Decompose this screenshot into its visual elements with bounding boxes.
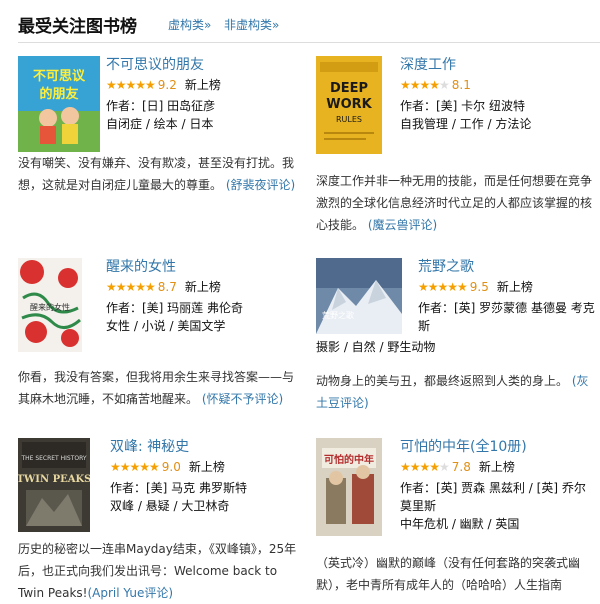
new-badge: 新上榜 (184, 280, 221, 294)
book-author: 作者：[美] 马克 弗罗斯特 (110, 481, 247, 495)
book-categories: 自闭症 / 绘本 / 日本 (106, 117, 214, 131)
svg-text:不可思议: 不可思议 (33, 68, 86, 84)
rating-score: 9.0 (161, 460, 181, 474)
svg-text:的朋友: 的朋友 (39, 86, 78, 102)
svg-text:THE SECRET HISTORY: THE SECRET HISTORY (20, 455, 86, 462)
book-cover[interactable]: 可怕的中年 (316, 438, 382, 536)
book-title[interactable]: 深度工作 (400, 56, 598, 74)
rating-row: ★★★★★ 8.7 新上榜 (106, 279, 300, 295)
rating-row: ★★★★★ 8.1 (400, 77, 598, 93)
svg-text:DEEP: DEEP (330, 81, 368, 96)
svg-text:WORK: WORK (326, 97, 372, 112)
rating-score: 9.5 (469, 280, 489, 294)
book-cover[interactable]: 不可思议 的朋友 (18, 56, 100, 152)
star-rating-icon: ★★★★★ (400, 460, 450, 474)
book-description: 动物身上的美与丑，都最终返照到人类的身上。 (灰土豆评论) (316, 370, 598, 414)
book-description: 你看，我没有答案，但我将用余生来寻找答案——与其麻木地沉睡，不如痛苦地醒来。 (… (18, 366, 300, 410)
book-categories: 自我管理 / 工作 / 方法论 (400, 117, 532, 131)
description-text: 深度工作并非一种无用的技能，而是任何想要在竞争激烈的全球化信息经济时代立足的人都… (316, 174, 593, 232)
book-categories: 女性 / 小说 / 美国文学 (106, 319, 226, 333)
svg-text:TWIN PEAKS: TWIN PEAKS (18, 474, 90, 485)
rating-row: ★★★★★ 9.5 新上榜 (418, 279, 598, 295)
book-title[interactable]: 醒来的女性 (106, 258, 300, 276)
book-cover[interactable]: DEEP WORK RULES (316, 56, 382, 154)
new-badge: 新上榜 (184, 78, 221, 92)
book-categories: 中年危机 / 幽默 / 英国 (400, 517, 520, 531)
rating-row: ★★★★★ 9.0 新上榜 (110, 459, 300, 475)
book-description: 没有嘲笑、没有嫌弃、没有欺凌，甚至没有打扰。我想，这就是对自闭症儿童最大的尊重。… (18, 152, 300, 196)
section-header: 最受关注图书榜 虚构类» 非虚构类» (18, 12, 600, 38)
book-author: 作者：[日] 田岛征彦 (106, 99, 216, 113)
svg-text:醒来的女性: 醒来的女性 (30, 302, 70, 312)
svg-text:RULES: RULES (336, 115, 362, 124)
book-cover[interactable]: 荒野之歌 (316, 258, 402, 334)
book-title[interactable]: 双峰: 神秘史 (110, 438, 300, 456)
book-author: 作者：[美] 玛丽莲 弗伦奇 (106, 301, 243, 315)
star-rating-icon: ★★★★★ (106, 280, 156, 294)
reviewer-link[interactable]: (舒裴夜评论) (226, 178, 295, 192)
description-text: （英式冷）幽默的巅峰（没有任何套路的突袭式幽默），老中青所有成年人的（哈哈哈）人… (316, 556, 581, 592)
book-description: 深度工作并非一种无用的技能，而是任何想要在竞争激烈的全球化信息经济时代立足的人都… (316, 170, 598, 236)
new-badge: 新上榜 (478, 460, 515, 474)
svg-text:可怕的中年: 可怕的中年 (324, 453, 374, 466)
svg-text:荒野之歌: 荒野之歌 (322, 310, 354, 320)
book-title[interactable]: 荒野之歌 (418, 258, 598, 276)
reviewer-link[interactable]: (April Yue评论) (87, 586, 173, 600)
new-badge: 新上榜 (188, 460, 225, 474)
book-author: 作者：[英] 罗莎蒙德 基德曼 考克斯 (418, 301, 595, 333)
fiction-link[interactable]: 虚构类» (168, 16, 211, 33)
description-text: 动物身上的美与丑，都最终返照到人类的身上。 (316, 374, 569, 388)
book-cover[interactable]: 醒来的女性 (18, 258, 82, 352)
book-description: 历史的秘密以一连串Mayday结束，《双峰镇》，25年后，也正式向我们发出讯号：… (18, 538, 300, 604)
reviewer-link[interactable]: (怀疑不予评论) (202, 392, 283, 406)
book-categories: 摄影 / 自然 / 野生动物 (316, 340, 436, 354)
book-categories: 双峰 / 悬疑 / 大卫林奇 (110, 499, 230, 513)
rating-score: 7.8 (451, 460, 471, 474)
book-cover[interactable]: THE SECRET HISTORY TWIN PEAKS (18, 438, 90, 532)
rating-score: 9.2 (157, 78, 177, 92)
nonfiction-link[interactable]: 非虚构类» (224, 16, 279, 33)
section-title: 最受关注图书榜 (18, 17, 137, 37)
star-rating-icon: ★★★★★ (418, 280, 468, 294)
star-rating-icon: ★★★★★ (110, 460, 160, 474)
book-title[interactable]: 不可思议的朋友 (106, 56, 300, 74)
book-author: 作者：[英] 贾森 黑兹利 / [英] 乔尔 莫里斯 (400, 481, 586, 513)
rating-score: 8.7 (157, 280, 177, 294)
rating-row: ★★★★★ 7.8 新上榜 (400, 459, 598, 475)
rating-row: ★★★★★ 9.2 新上榜 (106, 77, 300, 93)
star-rating-icon: ★★★★★ (106, 78, 156, 92)
rating-score: 8.1 (451, 78, 471, 92)
book-description: （英式冷）幽默的巅峰（没有任何套路的突袭式幽默），老中青所有成年人的（哈哈哈）人… (316, 552, 598, 596)
header-divider (18, 42, 600, 43)
star-rating-icon: ★★★★★ (400, 78, 450, 92)
book-author: 作者：[美] 卡尔 纽波特 (400, 99, 525, 113)
book-title[interactable]: 可怕的中年(全10册) (400, 438, 598, 456)
reviewer-link[interactable]: (魔云兽评论) (368, 218, 437, 232)
new-badge: 新上榜 (496, 280, 533, 294)
